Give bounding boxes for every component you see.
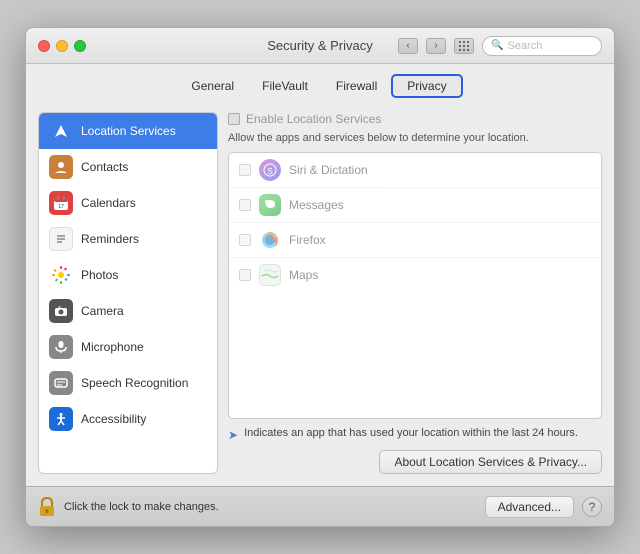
back-button[interactable]: ‹: [398, 38, 418, 54]
search-placeholder: Search: [507, 40, 542, 52]
apps-list: S Siri & Dictation Messages: [228, 152, 602, 419]
grid-button[interactable]: [454, 38, 474, 54]
sidebar-item-label: Speech Recognition: [81, 376, 188, 390]
forward-button[interactable]: ›: [426, 38, 446, 54]
sidebar-item-contacts[interactable]: Contacts: [39, 149, 217, 185]
app-row-maps: Maps: [229, 258, 601, 292]
tab-general[interactable]: General: [177, 74, 248, 98]
app-name-siri: Siri & Dictation: [289, 163, 368, 177]
sidebar-item-label: Camera: [81, 304, 124, 318]
lock-area: Click the lock to make changes.: [38, 496, 219, 518]
calendars-icon: 17: [49, 191, 73, 215]
app-row-messages: Messages: [229, 188, 601, 223]
app-row-firefox: Firefox: [229, 223, 601, 258]
sidebar: Location Services Contacts: [38, 112, 218, 474]
sidebar-item-label: Accessibility: [81, 412, 146, 426]
tab-filevault[interactable]: FileVault: [248, 74, 322, 98]
siri-checkbox[interactable]: [239, 164, 251, 176]
speech-icon: [49, 371, 73, 395]
sidebar-item-reminders[interactable]: Reminders: [39, 221, 217, 257]
sidebar-item-speech[interactable]: Speech Recognition: [39, 365, 217, 401]
sidebar-item-camera[interactable]: Camera: [39, 293, 217, 329]
enable-checkbox[interactable]: [228, 113, 240, 125]
search-box[interactable]: 🔍 Search: [482, 36, 602, 56]
bottom-bar: Click the lock to make changes. Advanced…: [26, 486, 614, 526]
maximize-button[interactable]: [74, 40, 86, 52]
contacts-icon: [49, 155, 73, 179]
window-title: Security & Privacy: [267, 38, 372, 53]
allow-text: Allow the apps and services below to det…: [228, 132, 602, 144]
search-icon: 🔍: [491, 40, 503, 51]
advanced-button[interactable]: Advanced...: [485, 496, 574, 518]
app-name-messages: Messages: [289, 198, 344, 212]
svg-text:17: 17: [58, 204, 64, 210]
titlebar: Security & Privacy ‹ › 🔍 Sea: [26, 28, 614, 64]
location-arrow-icon: ➤: [228, 428, 238, 442]
microphone-icon: [49, 335, 73, 359]
sidebar-item-label: Microphone: [81, 340, 144, 354]
reminders-icon: [49, 227, 73, 251]
photos-icon: [49, 263, 73, 287]
location-note: ➤ Indicates an app that has used your lo…: [228, 427, 602, 442]
messages-checkbox[interactable]: [239, 199, 251, 211]
location-icon: [49, 119, 73, 143]
maps-checkbox[interactable]: [239, 269, 251, 281]
messages-icon: [259, 194, 281, 216]
sidebar-item-label: Calendars: [81, 196, 136, 210]
sidebar-item-label: Photos: [81, 268, 118, 282]
lock-text: Click the lock to make changes.: [64, 501, 219, 513]
tab-firewall[interactable]: Firewall: [322, 74, 391, 98]
svg-text:S: S: [267, 167, 272, 176]
minimize-button[interactable]: [56, 40, 68, 52]
sidebar-item-location[interactable]: Location Services: [39, 113, 217, 149]
app-name-firefox: Firefox: [289, 233, 326, 247]
app-row-siri: S Siri & Dictation: [229, 153, 601, 188]
main-content: Enable Location Services Allow the apps …: [228, 112, 602, 474]
camera-icon: [49, 299, 73, 323]
sidebar-item-accessibility[interactable]: Accessibility: [39, 401, 217, 437]
body: Location Services Contacts: [26, 104, 614, 486]
sidebar-item-label: Reminders: [81, 232, 139, 246]
help-button[interactable]: ?: [582, 497, 602, 517]
location-note-text: Indicates an app that has used your loca…: [244, 427, 578, 439]
maps-icon: [259, 264, 281, 286]
app-name-maps: Maps: [289, 268, 318, 282]
enable-label: Enable Location Services: [246, 112, 381, 126]
bottom-right: Advanced... ?: [485, 496, 602, 518]
sidebar-item-calendars[interactable]: 17 Calendars: [39, 185, 217, 221]
sidebar-item-photos[interactable]: Photos: [39, 257, 217, 293]
sidebar-item-label: Contacts: [81, 160, 128, 174]
sidebar-item-label: Location Services: [81, 124, 176, 138]
siri-icon: S: [259, 159, 281, 181]
tabs-bar: General FileVault Firewall Privacy: [26, 64, 614, 104]
firefox-icon: [259, 229, 281, 251]
enable-row: Enable Location Services: [228, 112, 602, 126]
about-location-button[interactable]: About Location Services & Privacy...: [379, 450, 602, 474]
accessibility-icon: [49, 407, 73, 431]
traffic-lights: [38, 40, 86, 52]
titlebar-right: ‹ › 🔍 Search: [398, 36, 602, 56]
lock-icon: [38, 496, 56, 518]
close-button[interactable]: [38, 40, 50, 52]
firefox-checkbox[interactable]: [239, 234, 251, 246]
sidebar-item-microphone[interactable]: Microphone: [39, 329, 217, 365]
main-window: Security & Privacy ‹ › 🔍 Sea: [25, 27, 615, 527]
tab-privacy[interactable]: Privacy: [391, 74, 462, 98]
